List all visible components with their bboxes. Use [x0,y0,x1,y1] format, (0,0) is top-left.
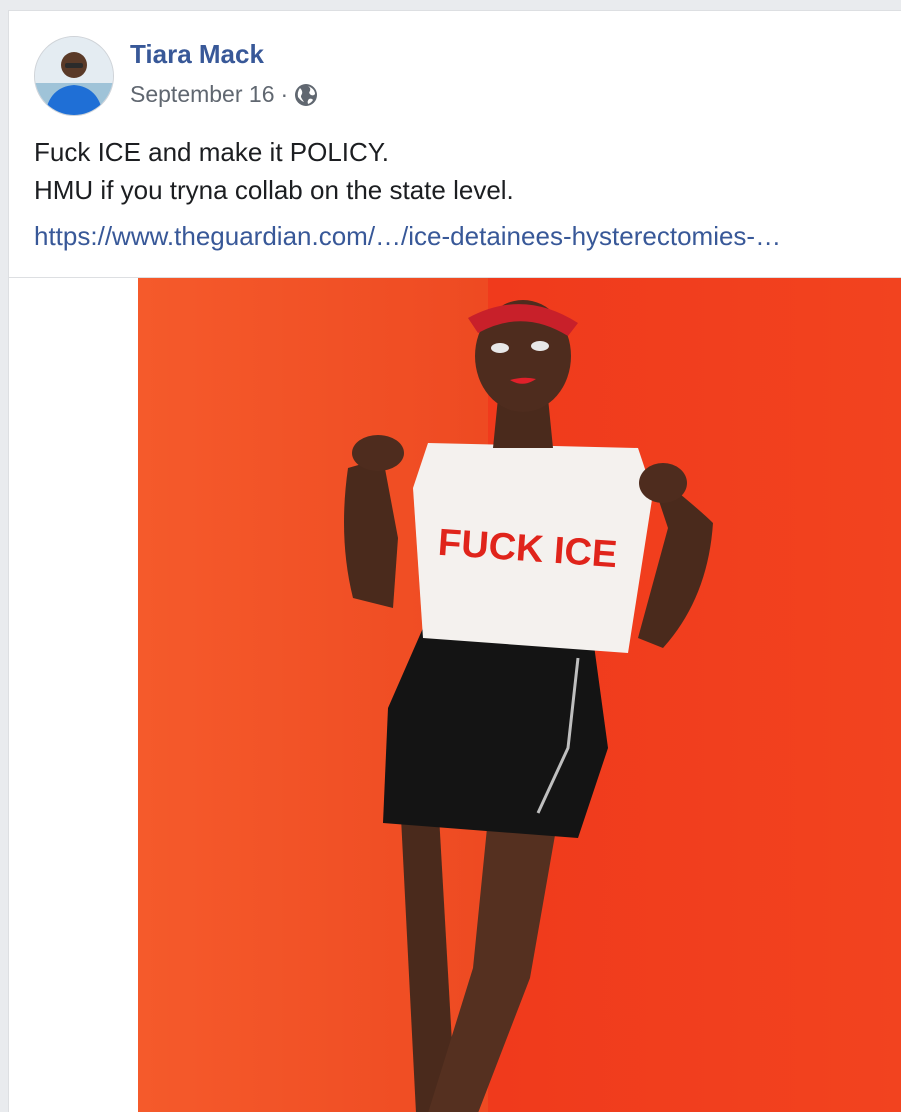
post-card: Tiara Mack September 16 · Fuck ICE and m… [8,10,901,1112]
meta-separator: · [280,81,289,107]
post-text-line: HMU if you tryna collab on the state lev… [34,175,514,205]
post-text: Fuck ICE and make it POLICY. HMU if you … [34,133,884,209]
post-text-line: Fuck ICE and make it POLICY. [34,137,389,167]
post-meta: September 16 · [130,81,318,108]
post-date[interactable]: September 16 [130,81,274,108]
post-media: FUCK ICE [9,277,901,1112]
post-photo[interactable]: FUCK ICE [138,278,901,1112]
post-link[interactable]: https://www.theguardian.com/…/ice-detain… [34,221,894,252]
post-author-name[interactable]: Tiara Mack [130,39,264,70]
avatar[interactable] [34,36,114,116]
photo-image: FUCK ICE [138,278,901,1112]
globe-icon[interactable] [294,83,318,107]
avatar-image [35,37,113,115]
